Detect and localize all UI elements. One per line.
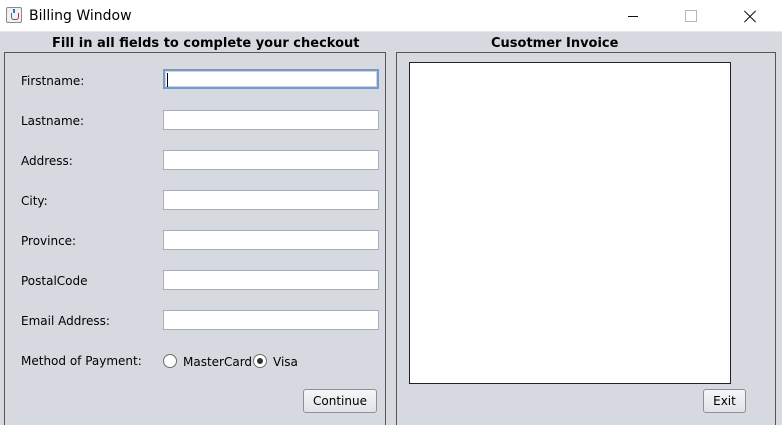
java-cup-icon — [6, 7, 22, 23]
window-title: Billing Window — [29, 8, 132, 24]
invoice-text-area[interactable] — [409, 62, 731, 384]
postal-code-label: PostalCode — [21, 274, 88, 288]
lastname-label: Lastname: — [21, 114, 85, 128]
mastercard-radio-label[interactable]: MasterCard — [183, 355, 252, 369]
province-field[interactable] — [163, 230, 379, 250]
close-icon[interactable] — [728, 0, 774, 32]
visa-radio[interactable] — [253, 354, 267, 368]
province-label: Province: — [21, 234, 77, 248]
city-field[interactable] — [163, 190, 379, 210]
continue-button[interactable]: Continue — [303, 389, 377, 413]
firstname-label: Firstname: — [21, 74, 85, 88]
address-field[interactable] — [163, 150, 379, 170]
exit-button[interactable]: Exit — [703, 389, 746, 413]
firstname-field[interactable] — [163, 69, 379, 89]
minimize-icon[interactable] — [611, 0, 657, 32]
email-label: Email Address: — [21, 314, 110, 328]
address-label: Address: — [21, 154, 73, 168]
title-bar: Billing Window — [0, 0, 782, 32]
text-caret — [167, 73, 168, 87]
visa-radio-label[interactable]: Visa — [273, 355, 298, 369]
email-field[interactable] — [163, 310, 379, 330]
maximize-icon[interactable] — [667, 0, 713, 32]
payment-method-label: Method of Payment: — [21, 354, 142, 368]
mastercard-radio[interactable] — [163, 354, 177, 368]
checkout-heading: Fill in all fields to complete your chec… — [52, 36, 360, 51]
lastname-field[interactable] — [163, 110, 379, 130]
postal-code-field[interactable] — [163, 270, 379, 290]
invoice-heading: Cusotmer Invoice — [491, 36, 619, 51]
city-label: City: — [21, 194, 48, 208]
